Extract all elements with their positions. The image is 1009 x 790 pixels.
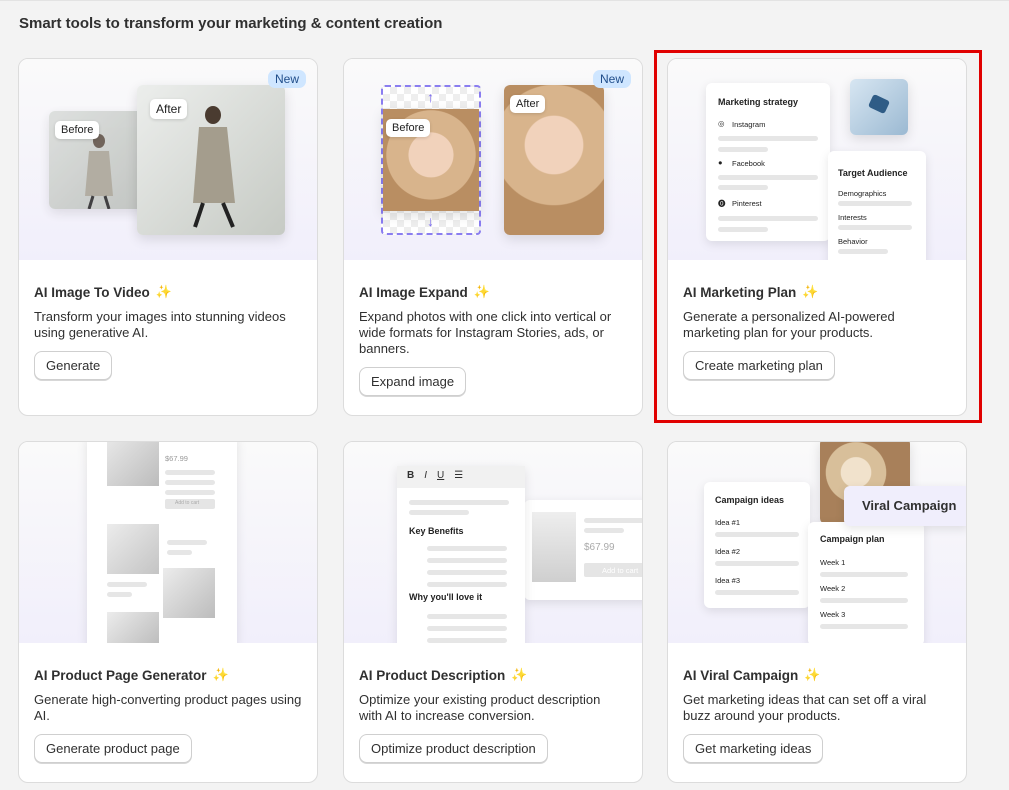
sparkle-icon: ✨ xyxy=(802,284,819,299)
audience-interests: Interests xyxy=(838,213,867,222)
card-title: AI Product Description ✨ xyxy=(359,667,528,683)
pinterest-icon: ⓿ xyxy=(718,199,726,208)
audience-behavior: Behavior xyxy=(838,237,868,246)
before-label: Before xyxy=(55,121,100,139)
card-title: AI Image To Video ✨ xyxy=(34,284,172,300)
card-title: AI Marketing Plan ✨ xyxy=(683,284,819,300)
generate-product-page-button[interactable]: Generate product page xyxy=(34,734,192,763)
card-ai-product-page-generator: $67.99 Add to cart AI Product Page Gener… xyxy=(18,441,318,783)
card-description: Optimize your existing product descripti… xyxy=(359,692,601,723)
card-title: AI Product Page Generator ✨ xyxy=(34,667,229,683)
channel-pinterest: Pinterest xyxy=(732,199,762,208)
hero-product-description: $67.99 Add to cart B I U ☰ Key Benefits … xyxy=(344,442,642,643)
underline-icon: U xyxy=(437,470,445,481)
hero-marketing-plan: Marketing strategy ◎ Instagram ● Faceboo… xyxy=(668,59,966,260)
week-2: Week 2 xyxy=(820,584,846,593)
idea-2: Idea #2 xyxy=(715,547,741,556)
list-icon: ☰ xyxy=(454,470,464,481)
hero-viral-campaign: Campaign ideas Idea #1 Idea #2 Idea #3 C… xyxy=(668,442,966,643)
bold-icon: B xyxy=(407,470,415,481)
expand-down-icon: ↓ xyxy=(427,213,434,229)
sparkle-icon: ✨ xyxy=(804,667,821,682)
sparkle-icon: ✨ xyxy=(511,667,528,682)
get-marketing-ideas-button[interactable]: Get marketing ideas xyxy=(683,734,824,763)
card-ai-image-to-video: Before After New AI Image To Video ✨ Tran… xyxy=(18,58,318,416)
campaign-plan-panel: Campaign plan Week 1 Week 2 Week 3 xyxy=(808,522,924,643)
card-ai-viral-campaign: Campaign ideas Idea #1 Idea #2 Idea #3 C… xyxy=(667,441,967,783)
expand-image-button[interactable]: Expand image xyxy=(359,367,467,396)
before-label: Before xyxy=(386,119,431,137)
channel-instagram: Instagram xyxy=(732,120,766,129)
campaign-plan-title: Campaign plan xyxy=(820,534,885,544)
card-title: AI Image Expand ✨ xyxy=(359,284,490,300)
price-label: $67.99 xyxy=(165,454,188,463)
product-page-mock: $67.99 Add to cart xyxy=(87,442,237,643)
editor-toolbar: B I U ☰ xyxy=(397,466,525,488)
new-badge: New xyxy=(592,70,631,88)
idea-3: Idea #3 xyxy=(715,576,741,585)
card-description: Generate a personalized AI-powered marke… xyxy=(683,309,895,340)
hero-image-to-video: Before After New xyxy=(19,59,317,260)
week-3: Week 3 xyxy=(820,610,846,619)
instagram-icon: ◎ xyxy=(718,119,725,128)
audience-title: Target Audience xyxy=(838,168,908,178)
product-preview-mock: $67.99 Add to cart xyxy=(524,500,642,600)
card-description: Generate high-converting product pages u… xyxy=(34,692,302,723)
after-label: After xyxy=(510,95,546,113)
card-ai-marketing-plan: Marketing strategy ◎ Instagram ● Faceboo… xyxy=(667,58,967,416)
generate-button[interactable]: Generate xyxy=(34,351,113,380)
hero-product-page: $67.99 Add to cart xyxy=(19,442,317,643)
card-ai-product-description: $67.99 Add to cart B I U ☰ Key Benefits … xyxy=(343,441,643,783)
price-label: $67.99 xyxy=(584,542,615,553)
sparkle-icon: ✨ xyxy=(473,284,490,299)
section-heading: Smart tools to transform your marketing … xyxy=(19,15,443,32)
create-marketing-plan-button[interactable]: Create marketing plan xyxy=(683,351,835,380)
audience-panel: Target Audience Demographics Interests B… xyxy=(828,151,926,260)
sparkle-icon: ✨ xyxy=(155,284,172,299)
sparkle-icon: ✨ xyxy=(212,667,229,682)
product-photo xyxy=(107,442,159,486)
audience-demographics: Demographics xyxy=(838,189,887,198)
hero-image-expand: ↑ ↓ Before After New xyxy=(344,59,642,260)
optimize-product-description-button[interactable]: Optimize product description xyxy=(359,734,548,763)
after-label: After xyxy=(150,99,188,119)
week-1: Week 1 xyxy=(820,558,846,567)
card-title: AI Viral Campaign ✨ xyxy=(683,667,821,683)
strategy-panel: Marketing strategy ◎ Instagram ● Faceboo… xyxy=(706,83,830,241)
facebook-icon: ● xyxy=(718,158,723,167)
campaign-ideas-title: Campaign ideas xyxy=(715,495,785,505)
product-photo xyxy=(850,79,908,135)
card-ai-image-expand: ↑ ↓ Before After New AI Image Expand ✨ Ex… xyxy=(343,58,643,416)
idea-1: Idea #1 xyxy=(715,518,741,527)
card-description: Get marketing ideas that can set off a v… xyxy=(683,692,927,723)
italic-icon: I xyxy=(424,470,428,481)
card-description: Expand photos with one click into vertic… xyxy=(359,309,612,356)
channel-facebook: Facebook xyxy=(732,159,765,168)
viral-campaign-label: Viral Campaign xyxy=(844,486,966,526)
campaign-ideas-panel: Campaign ideas Idea #1 Idea #2 Idea #3 xyxy=(704,482,810,608)
strategy-title: Marketing strategy xyxy=(718,97,799,107)
expand-up-icon: ↑ xyxy=(427,89,434,105)
card-description: Transform your images into stunning vide… xyxy=(34,309,286,340)
why-love-heading: Why you'll love it xyxy=(409,592,483,602)
top-divider xyxy=(0,0,1009,1)
new-badge: New xyxy=(267,70,306,88)
editor-mock: B I U ☰ Key Benefits Why you'll love it xyxy=(397,466,525,643)
key-benefits-heading: Key Benefits xyxy=(409,526,464,536)
